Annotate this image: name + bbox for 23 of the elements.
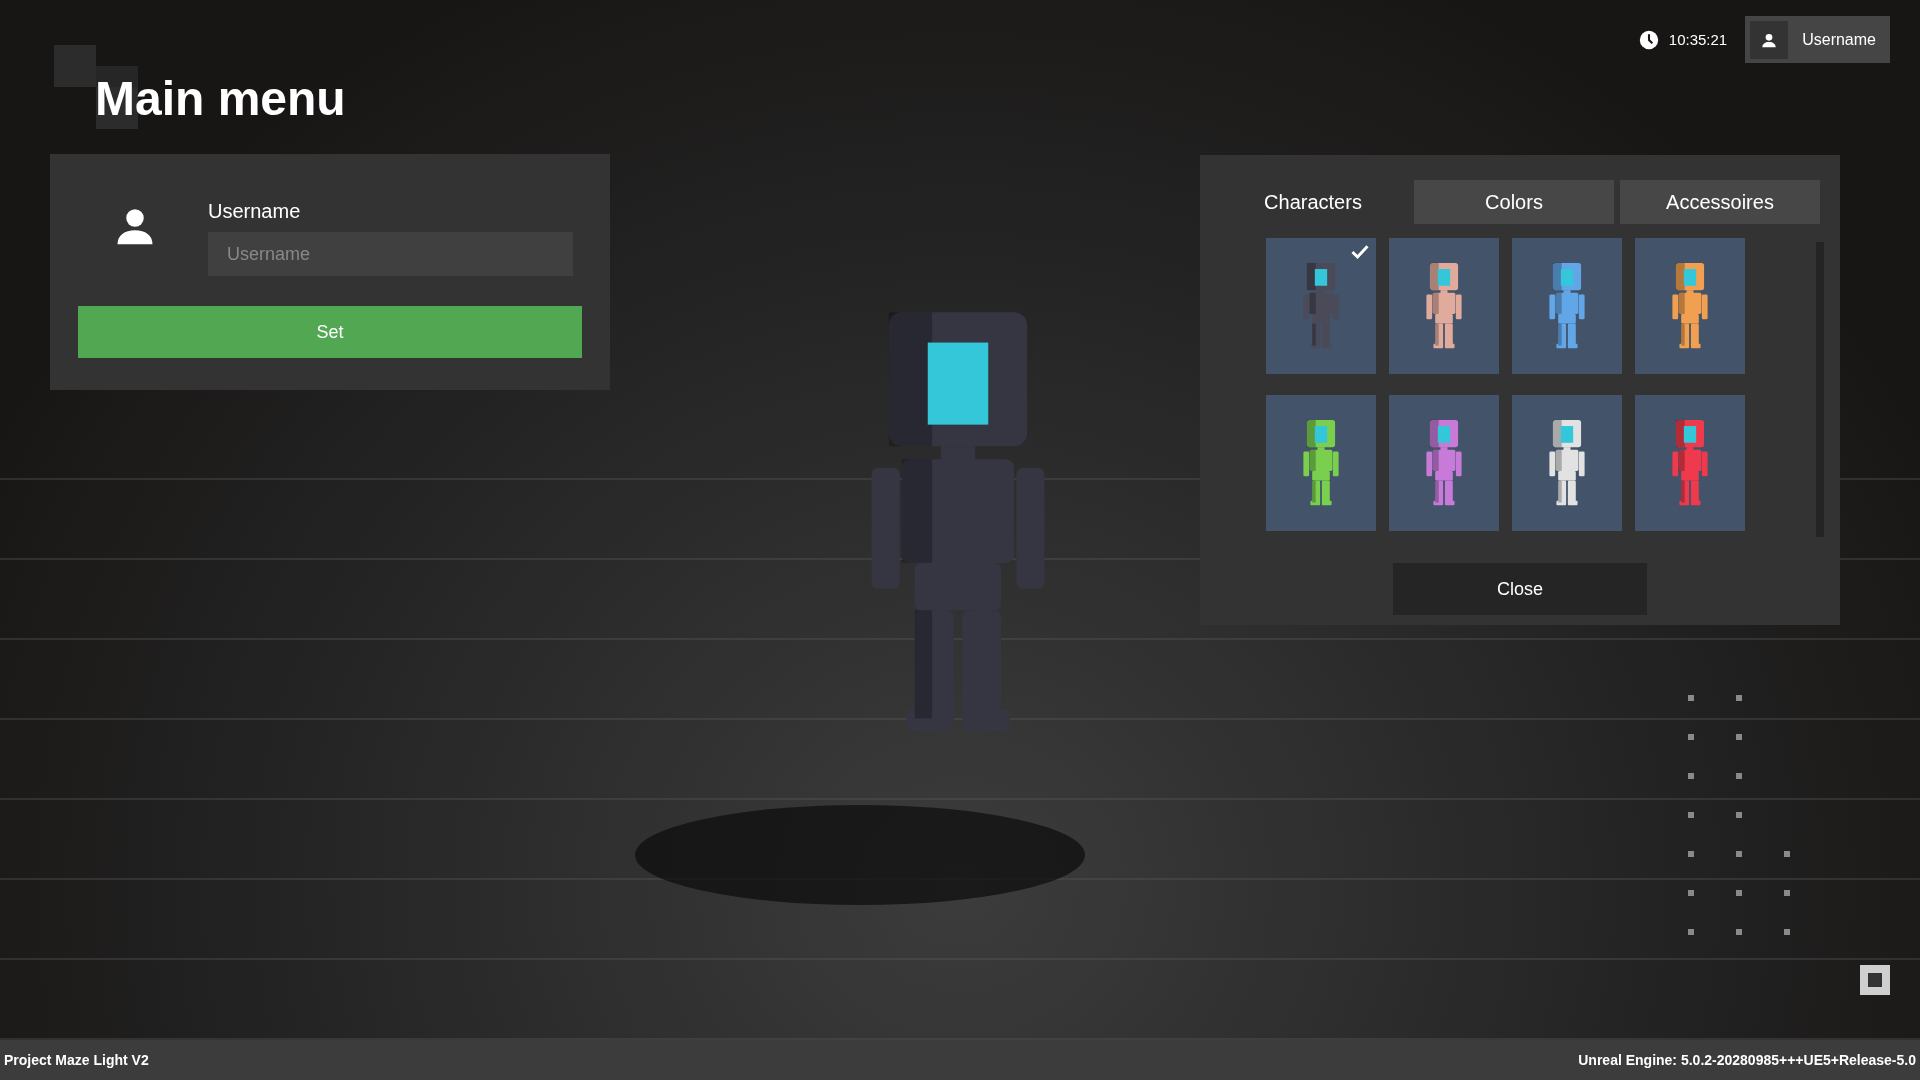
tab[interactable]: Characters: [1218, 180, 1408, 224]
user-icon: [1761, 31, 1778, 48]
tab[interactable]: Colors: [1414, 180, 1614, 224]
character-tile[interactable]: [1266, 238, 1376, 374]
character-tile[interactable]: [1512, 238, 1622, 374]
username-label: Username: [208, 200, 302, 223]
clock-icon: [1638, 29, 1659, 50]
character-tile[interactable]: [1635, 238, 1745, 374]
character-tile[interactable]: [1389, 394, 1499, 531]
check-icon: [1350, 242, 1370, 262]
user-button[interactable]: Username: [1745, 16, 1890, 63]
character-tile[interactable]: [1512, 394, 1622, 531]
character-tile[interactable]: [1266, 394, 1376, 531]
project-name: Project Maze Light V2: [4, 1052, 149, 1068]
page-title: Main menu: [95, 73, 346, 125]
clock-time: 10:35:21: [1668, 31, 1728, 48]
character-tile[interactable]: [1635, 394, 1745, 531]
close-button[interactable]: Close: [1393, 563, 1647, 615]
engine-version: Unreal Engine: 5.0.2-20280985+++UE5+Release-5.0: [1578, 1052, 1916, 1068]
tab[interactable]: Accessoires: [1620, 180, 1820, 224]
username-field[interactable]: Username: [208, 232, 573, 276]
character-tile[interactable]: [1389, 238, 1499, 374]
stop-button[interactable]: [1860, 965, 1890, 995]
